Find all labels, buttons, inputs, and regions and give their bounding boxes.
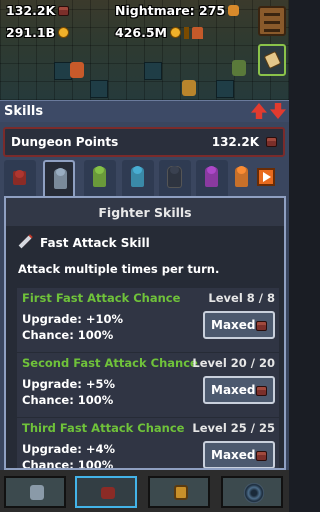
treasure-icon [174,485,188,500]
skills-header: Skills [0,100,289,122]
monk-icon [235,167,248,187]
upgrade-name: Second Fast Attack Chance [22,356,198,370]
monster-sprite [182,80,196,96]
upgrade-amount: Upgrade: +4% [22,442,116,456]
arrow-up-icon[interactable] [251,103,267,119]
skills-title: Skills [4,104,44,119]
tab-mage[interactable] [122,160,154,196]
income-rate: 426.5M [115,25,203,40]
monster-sprite [232,60,246,76]
upgrade-level: Level 25 / 25 [192,421,275,435]
chest-icon [266,137,277,147]
chest-icon [101,487,115,499]
upgrade-card: Second Fast Attack Chance Level 20 / 20 … [17,353,279,417]
tab-warlock[interactable] [196,160,228,196]
floor-tile [144,62,162,80]
skill-name: Fast Attack Skill [18,235,150,250]
maxed-button[interactable]: Maxed [203,376,275,404]
difficulty-label: Nightmare: 275 [115,3,240,18]
maxed-label: Maxed [211,383,256,397]
nav-heroes[interactable] [4,476,66,508]
portal-icon [244,483,264,503]
upgrade-name: First Fast Attack Chance [22,291,181,305]
chest-count: 132.2K [6,3,70,18]
arrow-down-icon[interactable] [270,103,286,119]
chest-icon [256,386,267,396]
skill-name-text: Fast Attack Skill [40,236,150,250]
tab-rogue[interactable] [159,160,191,196]
floor-tile [216,80,234,98]
upgrade-chance: Chance: 100% [22,393,114,407]
ranger-icon [93,167,106,187]
dungeon-points-value: 132.2K [211,135,259,149]
menu-button[interactable] [258,6,286,36]
tab-chest[interactable] [4,160,36,196]
rogue-icon [168,167,181,187]
dungeon-points-bar: Dungeon Points 132.2K [3,127,285,157]
upgrade-card: First Fast Attack Chance Level 8 / 8 Upg… [17,288,279,352]
skill-content: Fighter Skills Fast Attack Skill Attack … [4,196,286,470]
skill-page-title: Fighter Skills [98,205,192,220]
bottom-nav [0,470,289,512]
nav-portal[interactable] [221,476,283,508]
nav-chests[interactable] [148,476,210,508]
tab-ranger[interactable] [84,160,116,196]
tab-fighter[interactable] [43,160,75,198]
upgrade-level: Level 20 / 20 [192,356,275,370]
tab-next[interactable] [250,160,284,196]
upgrade-name: Third Fast Attack Chance [22,421,185,435]
upgrade-card: Third Fast Attack Chance Level 25 / 25 U… [17,418,279,470]
dungeon-view: 132.2K 291.1B Nightmare: 275 426.5M [0,0,289,100]
floor-tile [90,80,108,98]
hero-sprite [70,62,84,78]
upgrade-amount: Upgrade: +5% [22,377,116,391]
dungeon-points-label: Dungeon Points [11,135,119,149]
chest-icon [256,451,267,461]
nav-skills[interactable] [75,476,137,508]
class-tabs [4,160,286,198]
hero-icon [30,485,44,500]
skill-description: Attack multiple times per turn. [18,262,220,276]
maxed-button[interactable]: Maxed [203,311,275,339]
scroll-icon [263,50,282,70]
maxed-label: Maxed [211,448,256,462]
coin-icon [58,27,70,38]
maxed-label: Maxed [211,318,256,332]
upgrade-chance: Chance: 100% [22,328,114,342]
warlock-icon [205,167,218,187]
maxed-button[interactable]: Maxed [203,441,275,468]
mage-icon [131,167,144,187]
fighter-icon [54,169,67,189]
chest-icon [58,6,70,16]
chest-icon [13,171,26,185]
coin-icon [169,27,181,38]
upgrade-chance: Chance: 100% [22,458,114,470]
upgrade-amount: Upgrade: +10% [22,312,124,326]
gold-count: 291.1B [6,25,70,40]
skill-page-header: Fighter Skills [6,198,284,226]
chest-icon [256,321,267,331]
sword-icon [18,235,32,249]
upgrade-level: Level 8 / 8 [208,291,275,305]
difficulty-icon [228,5,240,16]
next-arrow-icon [257,168,275,186]
hero-icon [191,27,203,39]
scroll-button[interactable] [258,44,286,76]
slash-icon [183,27,189,39]
